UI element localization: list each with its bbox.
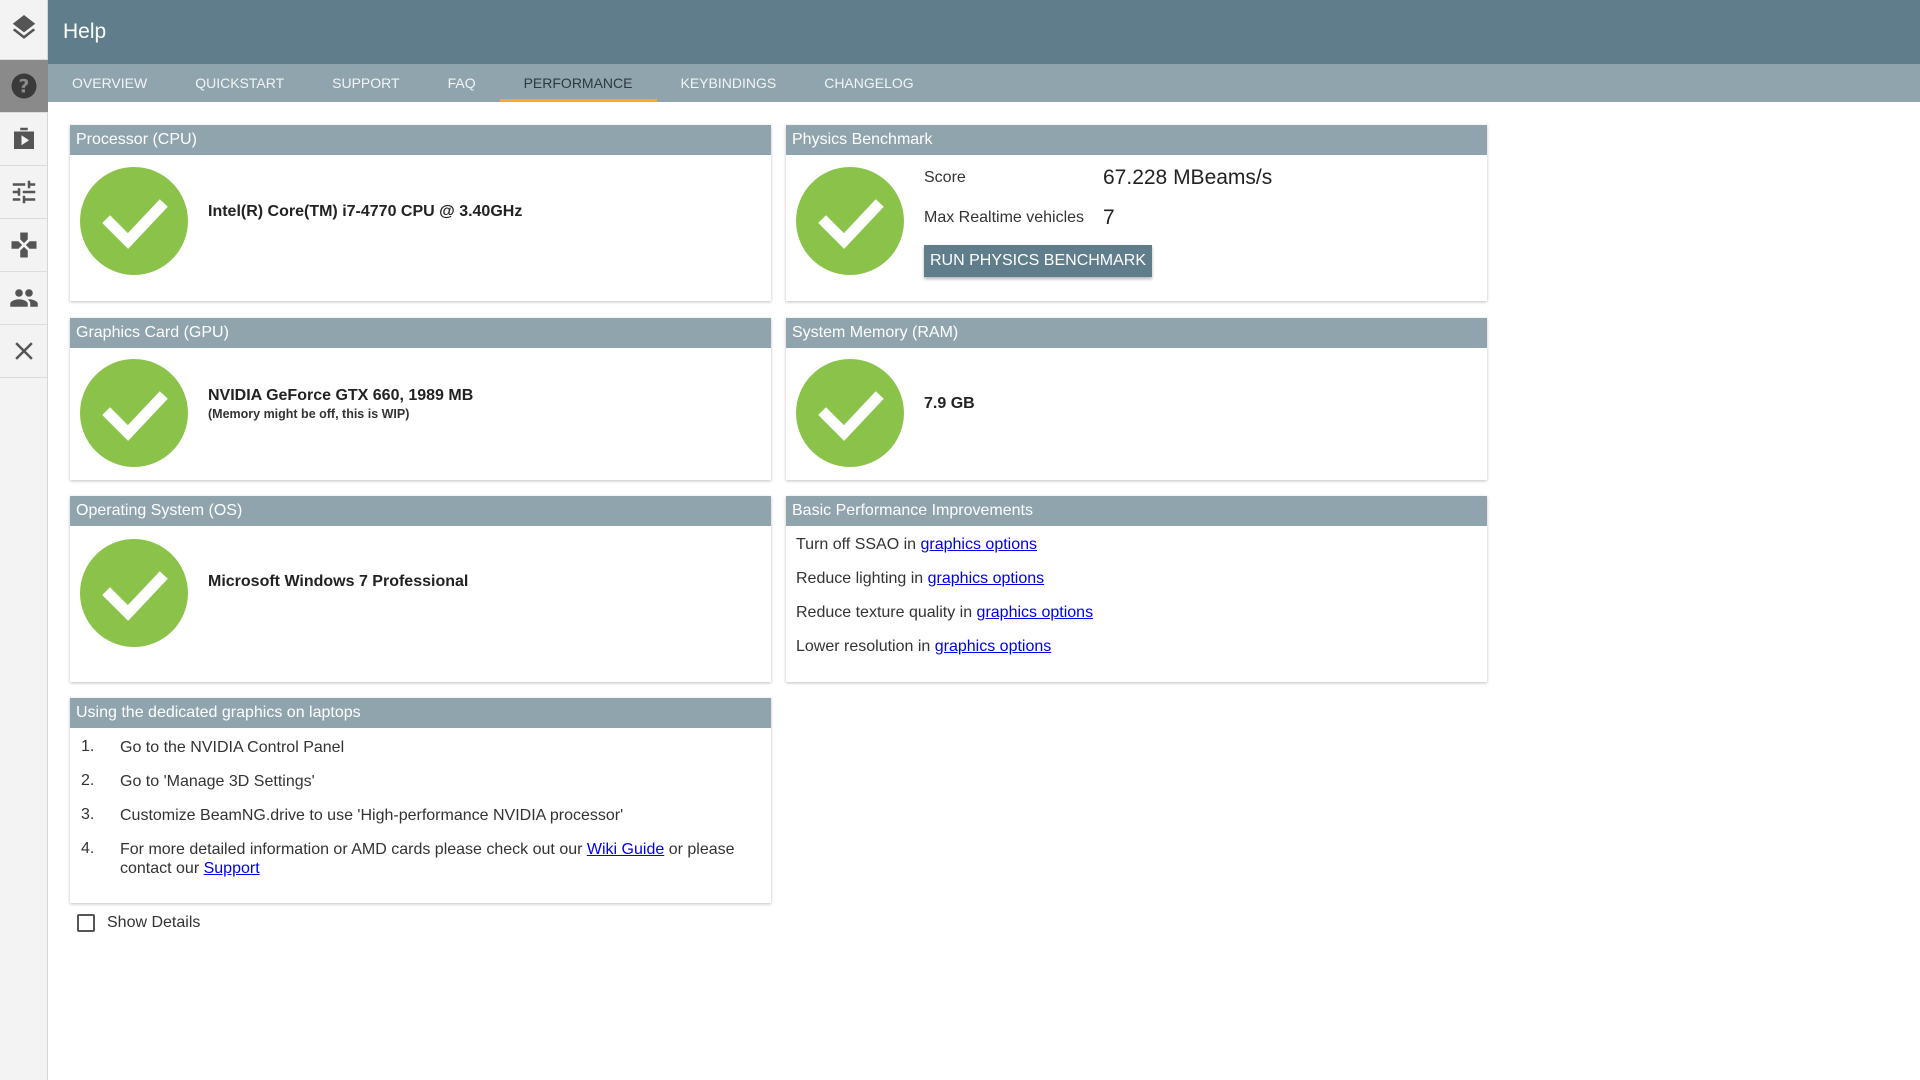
tip-text: Turn off SSAO in [796,536,921,553]
close-icon [15,342,33,360]
tab-changelog[interactable]: CHANGELOG [800,64,937,102]
score-label: Score [924,169,966,186]
tip-item: Reduce texture quality in graphics optio… [796,604,1093,622]
step-number: 2. [81,772,95,789]
multiplayer-button[interactable] [0,272,48,325]
svg-text:?: ? [19,76,30,97]
tab-performance[interactable]: PERFORMANCE [499,64,657,102]
tab-bar: OVERVIEW QUICKSTART SUPPORT FAQ PERFORMA… [48,64,1920,102]
tip-text: Reduce lighting in [796,570,928,587]
check-icon [80,539,188,647]
wiki-guide-link[interactable]: Wiki Guide [587,841,664,858]
layers-button[interactable] [0,0,48,60]
sidebar: ? [0,0,48,1080]
ram-card: System Memory (RAM) 7.9 GB [786,318,1487,480]
tune-icon [12,180,36,204]
gpu-value: NVIDIA GeForce GTX 660, 1989 MB [208,387,474,404]
cpu-card-title: Processor (CPU) [70,125,771,155]
step-text-before: For more detailed information or AMD car… [120,841,587,858]
run-benchmark-button[interactable]: RUN PHYSICS BENCHMARK [924,245,1153,277]
physics-card: Physics Benchmark Score 67.228 MBeams/s … [786,125,1487,301]
physics-card-title: Physics Benchmark [786,125,1487,155]
controls-button[interactable] [0,219,48,272]
check-icon [80,359,188,467]
graphics-options-link[interactable]: graphics options [921,536,1038,553]
tip-item: Lower resolution in graphics options [796,638,1051,656]
page-title: Help [63,20,107,43]
cpu-card: Processor (CPU) Intel(R) Core(TM) i7-477… [70,125,771,301]
step-number: 4. [81,840,95,857]
app-header: Help [48,0,1920,64]
show-details-checkbox[interactable] [77,914,95,932]
step-text: Go to 'Manage 3D Settings' [120,773,315,790]
os-card: Operating System (OS) Microsoft Windows … [70,496,771,682]
check-icon [796,359,904,467]
help-button[interactable]: ? [0,60,48,113]
os-value: Microsoft Windows 7 Professional [208,573,469,590]
support-link[interactable]: Support [204,860,260,877]
tab-quickstart[interactable]: QUICKSTART [171,64,308,102]
vehicles-value: 7 [1103,206,1115,229]
vehicles-label: Max Realtime vehicles [924,209,1085,226]
ram-value: 7.9 GB [924,395,975,412]
tab-overview[interactable]: OVERVIEW [48,64,171,102]
graphics-options-link[interactable]: graphics options [928,570,1045,587]
step-number: 3. [81,806,95,823]
tab-keybindings[interactable]: KEYBINDINGS [657,64,801,102]
tip-item: Reduce lighting in graphics options [796,570,1044,588]
tip-text: Reduce texture quality in [796,604,977,621]
check-icon [796,167,904,275]
graphics-options-link[interactable]: graphics options [977,604,1094,621]
play-icon [14,127,34,149]
gamepad-icon [11,232,37,258]
tip-text: Lower resolution in [796,638,935,655]
show-details-toggle[interactable]: Show Details [77,914,200,932]
tab-support[interactable]: SUPPORT [308,64,423,102]
people-icon [10,289,38,307]
gpu-note: (Memory might be off, this is WIP) [208,407,410,421]
step-text: For more detailed information or AMD car… [120,840,760,878]
gpu-card: Graphics Card (GPU) NVIDIA GeForce GTX 6… [70,318,771,480]
step-text: Customize BeamNG.drive to use 'High-perf… [120,807,624,824]
step-text: Go to the NVIDIA Control Panel [120,739,345,756]
show-details-label: Show Details [107,914,201,931]
graphics-options-link[interactable]: graphics options [935,638,1052,655]
tip-item: Turn off SSAO in graphics options [796,536,1037,554]
improvements-card: Basic Performance Improvements Turn off … [786,496,1487,682]
cpu-value: Intel(R) Core(TM) i7-4770 CPU @ 3.40GHz [208,203,523,220]
improvements-card-title: Basic Performance Improvements [786,496,1487,526]
os-card-title: Operating System (OS) [70,496,771,526]
ram-card-title: System Memory (RAM) [786,318,1487,348]
play-button[interactable] [0,113,48,166]
gpu-card-title: Graphics Card (GPU) [70,318,771,348]
step-number: 1. [81,738,95,755]
close-button[interactable] [0,325,48,378]
settings-button[interactable] [0,166,48,219]
help-icon: ? [11,73,37,99]
score-value: 67.228 MBeams/s [1103,166,1273,189]
laptops-card: Using the dedicated graphics on laptops … [70,698,771,903]
check-icon [80,167,188,275]
tab-faq[interactable]: FAQ [424,64,500,102]
layers-icon [12,14,36,39]
laptops-card-title: Using the dedicated graphics on laptops [70,698,771,728]
